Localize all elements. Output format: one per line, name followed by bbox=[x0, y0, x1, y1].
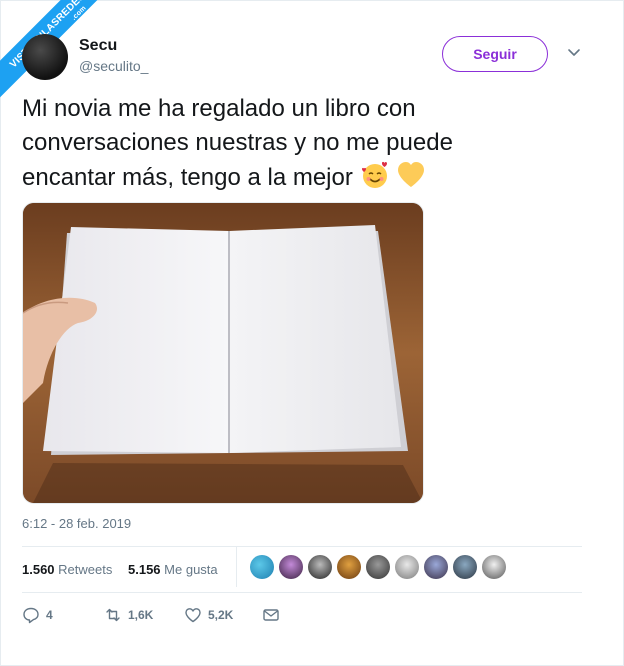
liker-avatar[interactable] bbox=[482, 555, 506, 579]
like-icon bbox=[185, 608, 201, 623]
liker-avatar[interactable] bbox=[279, 555, 303, 579]
tweet-text-line: Mi novia me ha regalado un libro con bbox=[22, 95, 416, 122]
retweets-stat[interactable]: 1.560 Retweets bbox=[22, 562, 112, 577]
liker-avatar[interactable] bbox=[453, 555, 477, 579]
tweet-text: Mi novia me ha regalado un libro con con… bbox=[22, 92, 602, 195]
retweet-icon bbox=[106, 608, 120, 622]
liker-avatar[interactable] bbox=[250, 555, 274, 579]
user-handle[interactable]: @seculito_ bbox=[79, 58, 148, 74]
liker-avatar[interactable] bbox=[424, 555, 448, 579]
follow-button[interactable]: Seguir bbox=[442, 36, 548, 72]
divider bbox=[22, 592, 582, 593]
smiling-face-with-hearts-icon bbox=[361, 161, 387, 188]
tweet-header: Secu @seculito_ Seguir bbox=[22, 34, 602, 84]
liker-avatar[interactable] bbox=[395, 555, 419, 579]
stats-divider bbox=[236, 547, 237, 587]
liker-avatar[interactable] bbox=[308, 555, 332, 579]
reply-button[interactable]: 4 bbox=[22, 606, 53, 624]
message-icon bbox=[263, 609, 279, 621]
likes-label: Me gusta bbox=[164, 562, 218, 577]
engagement-stats: 1.560 Retweets 5.156 Me gusta bbox=[22, 547, 582, 587]
tweet-text-fragment: encantar más, tengo a la mejor bbox=[22, 164, 353, 191]
liker-avatar[interactable] bbox=[337, 555, 361, 579]
chevron-down-icon[interactable] bbox=[566, 44, 582, 60]
retweet-count: 1,6K bbox=[128, 608, 154, 622]
open-blank-book-image bbox=[23, 203, 423, 503]
user-name[interactable]: Secu bbox=[79, 37, 117, 55]
tweet-timestamp[interactable]: 6:12 - 28 feb. 2019 bbox=[22, 516, 131, 531]
tweet-text-line: encantar más, tengo a la mejor bbox=[22, 160, 602, 195]
retweets-label: Retweets bbox=[58, 562, 113, 577]
like-count: 5,2K bbox=[208, 608, 234, 622]
avatar[interactable] bbox=[22, 34, 68, 80]
tweet-photo[interactable] bbox=[22, 202, 424, 504]
direct-message-button[interactable] bbox=[262, 606, 280, 624]
retweet-button[interactable]: 1,6K bbox=[104, 606, 153, 624]
reply-count: 4 bbox=[46, 608, 53, 622]
yellow-heart-icon bbox=[398, 162, 425, 187]
reply-icon bbox=[23, 607, 39, 624]
likes-count: 5.156 bbox=[128, 562, 161, 577]
retweets-count: 1.560 bbox=[22, 562, 55, 577]
tweet-text-line: conversaciones nuestras y no me puede bbox=[22, 129, 453, 156]
divider bbox=[22, 546, 582, 547]
like-button[interactable]: 5,2K bbox=[184, 606, 233, 624]
liker-avatar[interactable] bbox=[366, 555, 390, 579]
tweet-actions: 4 1,6K 5,2K bbox=[22, 606, 582, 630]
likes-stat[interactable]: 5.156 Me gusta bbox=[128, 562, 218, 577]
